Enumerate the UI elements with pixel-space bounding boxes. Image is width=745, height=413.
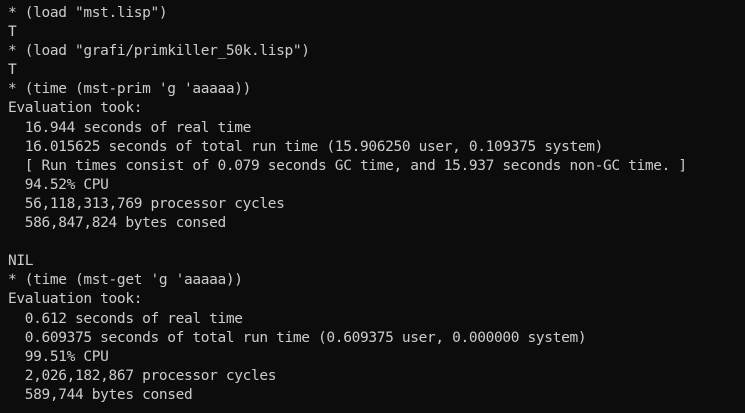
output-line: 94.52% CPU [8, 176, 109, 193]
output-line: 0.612 seconds of real time [8, 310, 243, 327]
output-line: 586,847,824 bytes consed [8, 215, 226, 232]
terminal-output[interactable]: * (load "mst.lisp") T * (load "grafi/pri… [0, 0, 745, 413]
output-line: 56,118,313,769 processor cycles [8, 195, 285, 212]
result-line: T [8, 24, 17, 41]
output-line: Evaluation took: [8, 291, 143, 308]
output-line: Evaluation took: [8, 100, 143, 117]
output-line: 589,744 bytes consed [8, 386, 193, 403]
prompt-line-time-mst-get: * (time (mst-get 'g 'aaaaa)) [8, 272, 243, 289]
output-line: 0.609375 seconds of total run time (0.60… [8, 329, 587, 346]
output-line: 99.51% CPU [8, 348, 109, 365]
result-line: NIL [8, 253, 34, 270]
prompt-line-load-grafi: * (load "grafi/primkiller_50k.lisp") [8, 43, 310, 60]
output-line: 2,026,182,867 processor cycles [8, 367, 277, 384]
prompt-line-time-mst-prim: * (time (mst-prim 'g 'aaaaa)) [8, 81, 252, 98]
output-line: 16.015625 seconds of total run time (15.… [8, 138, 604, 155]
output-line: [ Run times consist of 0.079 seconds GC … [8, 157, 687, 174]
prompt-line-load-mst: * (load "mst.lisp") [8, 5, 168, 21]
result-line: T [8, 62, 17, 79]
output-line: 16.944 seconds of real time [8, 119, 252, 136]
